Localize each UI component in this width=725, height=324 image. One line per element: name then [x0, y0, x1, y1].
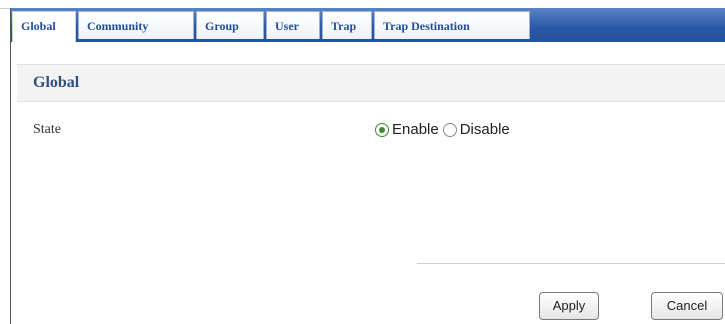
tab-group[interactable]: Group	[196, 11, 264, 39]
tab-trap-destination[interactable]: Trap Destination	[374, 11, 530, 39]
enable-radio-circle[interactable]	[375, 122, 389, 137]
disable-radio[interactable]: Disable	[442, 121, 510, 138]
cancel-button[interactable]: Cancel	[651, 292, 723, 320]
tab-list: Global Community Group User Trap Trap De…	[12, 11, 530, 42]
tab-trap[interactable]: Trap	[322, 11, 372, 39]
tab-user[interactable]: User	[266, 11, 320, 39]
tab-bar: Global Community Group User Trap Trap De…	[11, 8, 725, 42]
section-title: Global	[33, 74, 80, 91]
tab-global[interactable]: Global	[12, 11, 76, 42]
disable-radio-label: Disable	[459, 121, 510, 138]
snmp-config-panel: Global Community Group User Trap Trap De…	[10, 8, 725, 324]
section-header: Global	[17, 64, 725, 102]
tab-community[interactable]: Community	[78, 11, 194, 39]
enable-radio-label: Enable	[392, 121, 439, 138]
apply-button[interactable]: Apply	[539, 292, 599, 320]
divider	[417, 263, 725, 264]
disable-radio-circle[interactable]	[442, 122, 457, 137]
state-label: State	[33, 122, 61, 137]
state-radio-group: Enable Disable	[375, 121, 510, 138]
enable-radio[interactable]: Enable	[375, 121, 439, 138]
